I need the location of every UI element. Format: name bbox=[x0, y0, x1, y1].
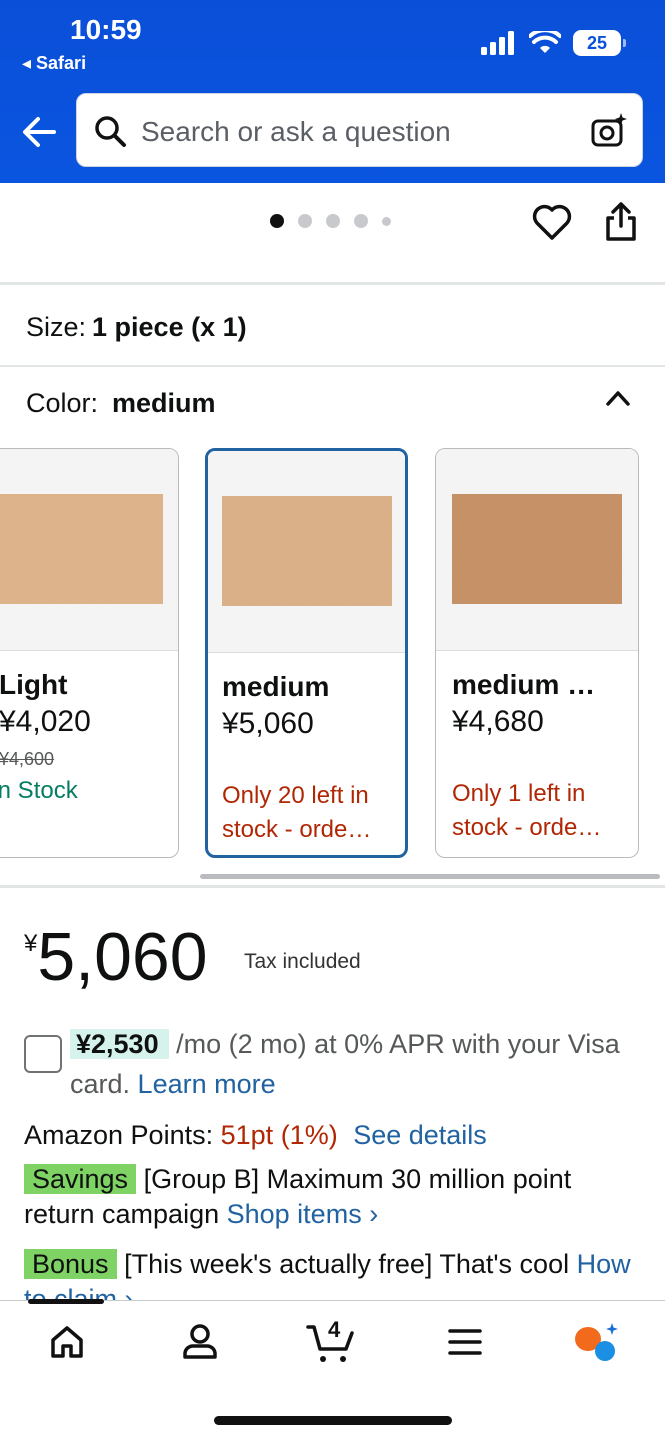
promo-savings: Savings [Group B] Maximum 30 million poi… bbox=[24, 1162, 644, 1232]
variant-price: ¥5,060 bbox=[222, 707, 314, 740]
variant-list-price: ¥4,600 bbox=[0, 749, 55, 769]
variant-name: medium bbox=[222, 671, 330, 702]
battery-icon: 25 bbox=[573, 30, 626, 56]
tax-note: Tax included bbox=[244, 950, 361, 973]
camera-search-icon[interactable] bbox=[590, 112, 628, 150]
carousel-dot[interactable] bbox=[382, 216, 391, 226]
image-carousel-dots[interactable] bbox=[270, 214, 391, 228]
size-selector: Size: 1 piece (x 1) bbox=[26, 312, 247, 343]
learn-more-link[interactable]: Learn more bbox=[138, 1069, 276, 1099]
color-swatch bbox=[222, 496, 392, 606]
section-divider bbox=[0, 282, 665, 285]
price-currency: ¥ bbox=[24, 930, 38, 957]
status-time: 10:59 bbox=[70, 14, 142, 45]
share-icon[interactable] bbox=[604, 202, 638, 242]
wifi-icon bbox=[529, 31, 561, 53]
installment-checkbox[interactable] bbox=[24, 1035, 62, 1073]
variant-name: Light bbox=[0, 669, 68, 700]
back-arrow-icon[interactable] bbox=[20, 110, 58, 154]
variant-card-medium-alt[interactable]: medium … ¥4,680 Only 1 left in stock - o… bbox=[435, 448, 639, 858]
carousel-dot[interactable] bbox=[326, 214, 340, 228]
carousel-dot[interactable] bbox=[298, 214, 312, 228]
color-swatch bbox=[452, 494, 622, 604]
carousel-dot[interactable] bbox=[270, 214, 284, 228]
variant-stock: Only 20 left in stock - orde… bbox=[222, 782, 372, 843]
heart-icon[interactable] bbox=[532, 203, 572, 241]
variant-stock: Only 1 left in stock - orde… bbox=[452, 780, 602, 841]
price-amount: 5,060 bbox=[37, 919, 208, 995]
color-swatch bbox=[0, 494, 163, 604]
variant-scrollbar[interactable] bbox=[200, 874, 660, 879]
section-divider bbox=[0, 365, 665, 367]
home-indicator bbox=[214, 1416, 452, 1425]
search-icon bbox=[95, 116, 126, 147]
chevron-up-icon[interactable] bbox=[604, 388, 632, 408]
status-icons: 25 bbox=[481, 30, 626, 56]
amazon-points: Amazon Points: 51pt (1%) See details bbox=[24, 1120, 487, 1151]
promo-text: [This week's actually free] That's cool bbox=[124, 1249, 570, 1279]
cart-button[interactable]: 4 bbox=[306, 1317, 358, 1363]
app-header: 10:59 ◂ Safari 25 Search or ask a questi… bbox=[0, 0, 665, 183]
promo-tag: Savings bbox=[24, 1164, 137, 1194]
points-percent: (1%) bbox=[280, 1120, 338, 1150]
variant-price: ¥4,680 bbox=[452, 705, 544, 738]
variant-name: medium … bbox=[452, 669, 596, 700]
menu-icon[interactable] bbox=[448, 1327, 482, 1357]
size-value: 1 piece (x 1) bbox=[92, 312, 247, 342]
rufus-assistant-icon[interactable] bbox=[572, 1321, 620, 1363]
cellular-signal-icon bbox=[481, 31, 514, 55]
back-to-safari[interactable]: ◂ Safari bbox=[22, 53, 86, 74]
home-icon[interactable] bbox=[48, 1323, 86, 1361]
account-icon[interactable] bbox=[181, 1321, 219, 1361]
cart-count: 4 bbox=[328, 1317, 341, 1342]
variant-price: ¥4,020 bbox=[0, 705, 91, 738]
carousel-dot[interactable] bbox=[354, 214, 368, 228]
search-placeholder: Search or ask a question bbox=[141, 116, 451, 147]
product-price: ¥5,060 bbox=[24, 918, 208, 996]
color-label: Color: bbox=[26, 388, 99, 418]
see-details-link[interactable]: See details bbox=[353, 1120, 487, 1150]
active-tab-indicator bbox=[28, 1299, 104, 1304]
variant-card-medium[interactable]: medium ¥5,060 Only 20 left in stock - or… bbox=[205, 448, 408, 858]
shop-items-link[interactable]: Shop items › bbox=[227, 1199, 379, 1229]
promo-tag: Bonus bbox=[24, 1249, 117, 1279]
section-divider bbox=[0, 885, 665, 888]
points-value: 51pt bbox=[220, 1120, 274, 1150]
points-label: Amazon Points: bbox=[24, 1120, 214, 1150]
variant-stock: In Stock bbox=[0, 777, 78, 804]
search-input[interactable]: Search or ask a question bbox=[76, 93, 643, 167]
size-label: Size: bbox=[26, 312, 87, 342]
variant-card-light[interactable]: Light ¥4,020 ¥4,600 In Stock bbox=[0, 448, 179, 858]
color-selector: Color: medium bbox=[26, 388, 216, 419]
installment-amount: ¥2,530 bbox=[70, 1029, 169, 1059]
color-value: medium bbox=[112, 388, 216, 418]
installment-offer: ¥2,530 /mo (2 mo) at 0% APR with your Vi… bbox=[70, 1024, 650, 1104]
